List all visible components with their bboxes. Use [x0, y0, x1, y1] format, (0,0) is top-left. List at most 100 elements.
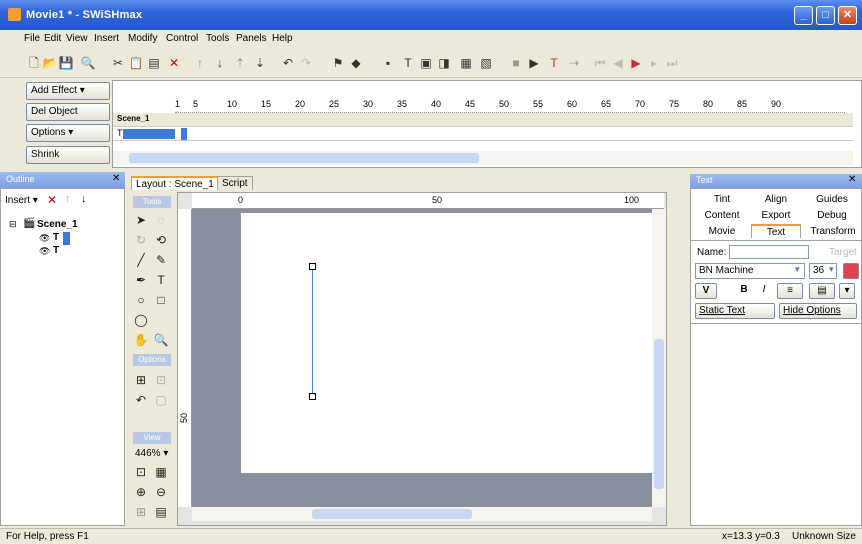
last-frame-icon[interactable]: ⏭: [664, 55, 680, 71]
shrink-button[interactable]: Shrink: [26, 146, 110, 164]
zoom-icon[interactable]: 🔍: [153, 332, 169, 348]
bold-button[interactable]: B: [735, 283, 753, 299]
delete-icon[interactable]: ✕: [47, 193, 57, 207]
menu-insert[interactable]: Insert: [94, 33, 119, 44]
tab-movie[interactable]: Movie: [697, 225, 747, 239]
tab-guides[interactable]: Guides: [807, 193, 857, 207]
stage-canvas[interactable]: [241, 213, 653, 473]
autoshape-icon[interactable]: ◯: [133, 312, 149, 328]
timeline-scroll-thumb[interactable]: [129, 153, 479, 163]
stage-vertical-scrollbar[interactable]: [652, 209, 666, 507]
menu-file[interactable]: File: [24, 33, 40, 44]
subselect-icon[interactable]: ◌: [153, 212, 169, 228]
rectangle-icon[interactable]: □: [153, 292, 169, 308]
move-bottom-icon[interactable]: ⇣: [252, 55, 268, 71]
zoom-100-icon[interactable]: ▦: [153, 464, 169, 480]
zoom-out-icon[interactable]: ⊖: [153, 484, 169, 500]
menu-edit[interactable]: Edit: [44, 33, 61, 44]
font-select[interactable]: BN Machine: [695, 263, 805, 279]
insert-scene-icon[interactable]: ▪: [380, 55, 396, 71]
tab-debug[interactable]: Debug: [807, 209, 857, 223]
text-color-swatch[interactable]: [843, 263, 859, 279]
chevron-down-icon[interactable]: ▾: [795, 264, 800, 275]
tab-export[interactable]: Export: [751, 209, 801, 223]
tab-tint[interactable]: Tint: [697, 193, 747, 207]
straighten-icon[interactable]: ▢: [153, 392, 169, 408]
pencil-icon[interactable]: ✎: [153, 252, 169, 268]
delete-object-button[interactable]: Del Object: [26, 103, 110, 121]
maximize-button[interactable]: □: [816, 6, 835, 25]
move-up-icon[interactable]: ↑: [192, 55, 208, 71]
tab-layout[interactable]: Layout : Scene_1: [131, 176, 219, 190]
tab-text[interactable]: Text: [751, 224, 801, 238]
snap-grid-icon[interactable]: ⊞: [133, 372, 149, 388]
zoom-fit-icon[interactable]: ⊡: [133, 464, 149, 480]
hide-options-button[interactable]: Hide Options: [779, 303, 857, 319]
timeline-frame-cell[interactable]: [181, 128, 187, 140]
play-icon[interactable]: ▶: [526, 55, 542, 71]
close-icon[interactable]: ✕: [848, 174, 856, 185]
stop-icon[interactable]: ■: [508, 55, 524, 71]
guides-icon[interactable]: ▤: [153, 504, 169, 520]
prev-frame-icon[interactable]: ◀: [610, 55, 626, 71]
insert-image-icon[interactable]: ▣: [418, 55, 434, 71]
close-button[interactable]: ✕: [838, 6, 857, 25]
zoom-level-select[interactable]: 446% ▾: [135, 448, 168, 459]
tab-transform[interactable]: Transform: [807, 225, 859, 239]
collapse-icon[interactable]: ⊟: [9, 219, 17, 230]
paragraph-button[interactable]: ▤: [809, 283, 835, 299]
close-icon[interactable]: ✕: [112, 173, 120, 184]
snap-guides-icon[interactable]: ⊡: [153, 372, 169, 388]
more-button[interactable]: ▾: [839, 283, 855, 299]
add-effect-button[interactable]: Add Effect ▾: [26, 82, 110, 100]
find-icon[interactable]: 🔍: [80, 55, 96, 71]
open-file-icon[interactable]: 📂: [42, 55, 58, 71]
outline-text-item-2[interactable]: T: [53, 245, 59, 256]
save-icon[interactable]: 💾: [58, 55, 74, 71]
timeline-text-row[interactable]: T: [113, 127, 853, 141]
timeline[interactable]: 1 5 10 15 20 25 30 35 40 45 50 55 60 65 …: [112, 80, 862, 168]
minimize-button[interactable]: _: [794, 6, 813, 25]
select-arrow-icon[interactable]: ➤: [133, 212, 149, 228]
resize-handle-bottom[interactable]: [309, 393, 316, 400]
timeline-horizontal-scrollbar[interactable]: [113, 151, 853, 165]
next-key-icon[interactable]: ▸: [646, 55, 662, 71]
magic-wand-icon[interactable]: ⚑: [330, 55, 346, 71]
menu-help[interactable]: Help: [272, 33, 293, 44]
stage-horizontal-scrollbar[interactable]: [192, 507, 652, 521]
move-top-icon[interactable]: ⇡: [232, 55, 248, 71]
menu-panels[interactable]: Panels: [236, 33, 267, 44]
copy-icon[interactable]: 📋: [128, 55, 144, 71]
insert-text-icon[interactable]: T: [400, 55, 416, 71]
tab-content[interactable]: Content: [697, 209, 747, 223]
play-timeline-icon[interactable]: T: [546, 55, 562, 71]
timeline-scene-row[interactable]: Scene_1: [113, 113, 853, 127]
ellipse-icon[interactable]: ○: [133, 292, 149, 308]
align-button[interactable]: ≡: [777, 283, 803, 299]
delete-icon[interactable]: ✕: [166, 55, 182, 71]
move-down-icon[interactable]: ↓: [81, 193, 87, 205]
options-button[interactable]: Options ▾: [26, 124, 110, 142]
new-file-icon[interactable]: 🗋: [26, 55, 42, 71]
italic-button[interactable]: I: [755, 283, 773, 299]
move-up-icon[interactable]: ↑: [65, 193, 71, 205]
insert-sprite-icon[interactable]: ▧: [478, 55, 494, 71]
zoom-in-icon[interactable]: ⊕: [133, 484, 149, 500]
grid-icon[interactable]: ⊞: [133, 504, 149, 520]
insert-button-icon[interactable]: ▦: [458, 55, 474, 71]
curve-icon[interactable]: ↶: [133, 392, 149, 408]
text-style-button[interactable]: V: [695, 283, 717, 299]
stage-vscroll-thumb[interactable]: [654, 339, 664, 489]
first-frame-icon[interactable]: ⏮: [592, 55, 608, 71]
redo-icon[interactable]: ↷: [298, 55, 314, 71]
resize-handle-top[interactable]: [309, 263, 316, 270]
undo-icon[interactable]: ↶: [280, 55, 296, 71]
outline-scene-item[interactable]: Scene_1: [37, 219, 78, 230]
cut-icon[interactable]: ✂: [110, 55, 126, 71]
stage-hscroll-thumb[interactable]: [312, 509, 472, 519]
outline-text-item-1[interactable]: T: [53, 232, 59, 243]
menu-control[interactable]: Control: [166, 33, 198, 44]
pen-icon[interactable]: ✒: [133, 272, 149, 288]
line-icon[interactable]: ╱: [133, 252, 149, 268]
text-tool-icon[interactable]: T: [153, 272, 169, 288]
